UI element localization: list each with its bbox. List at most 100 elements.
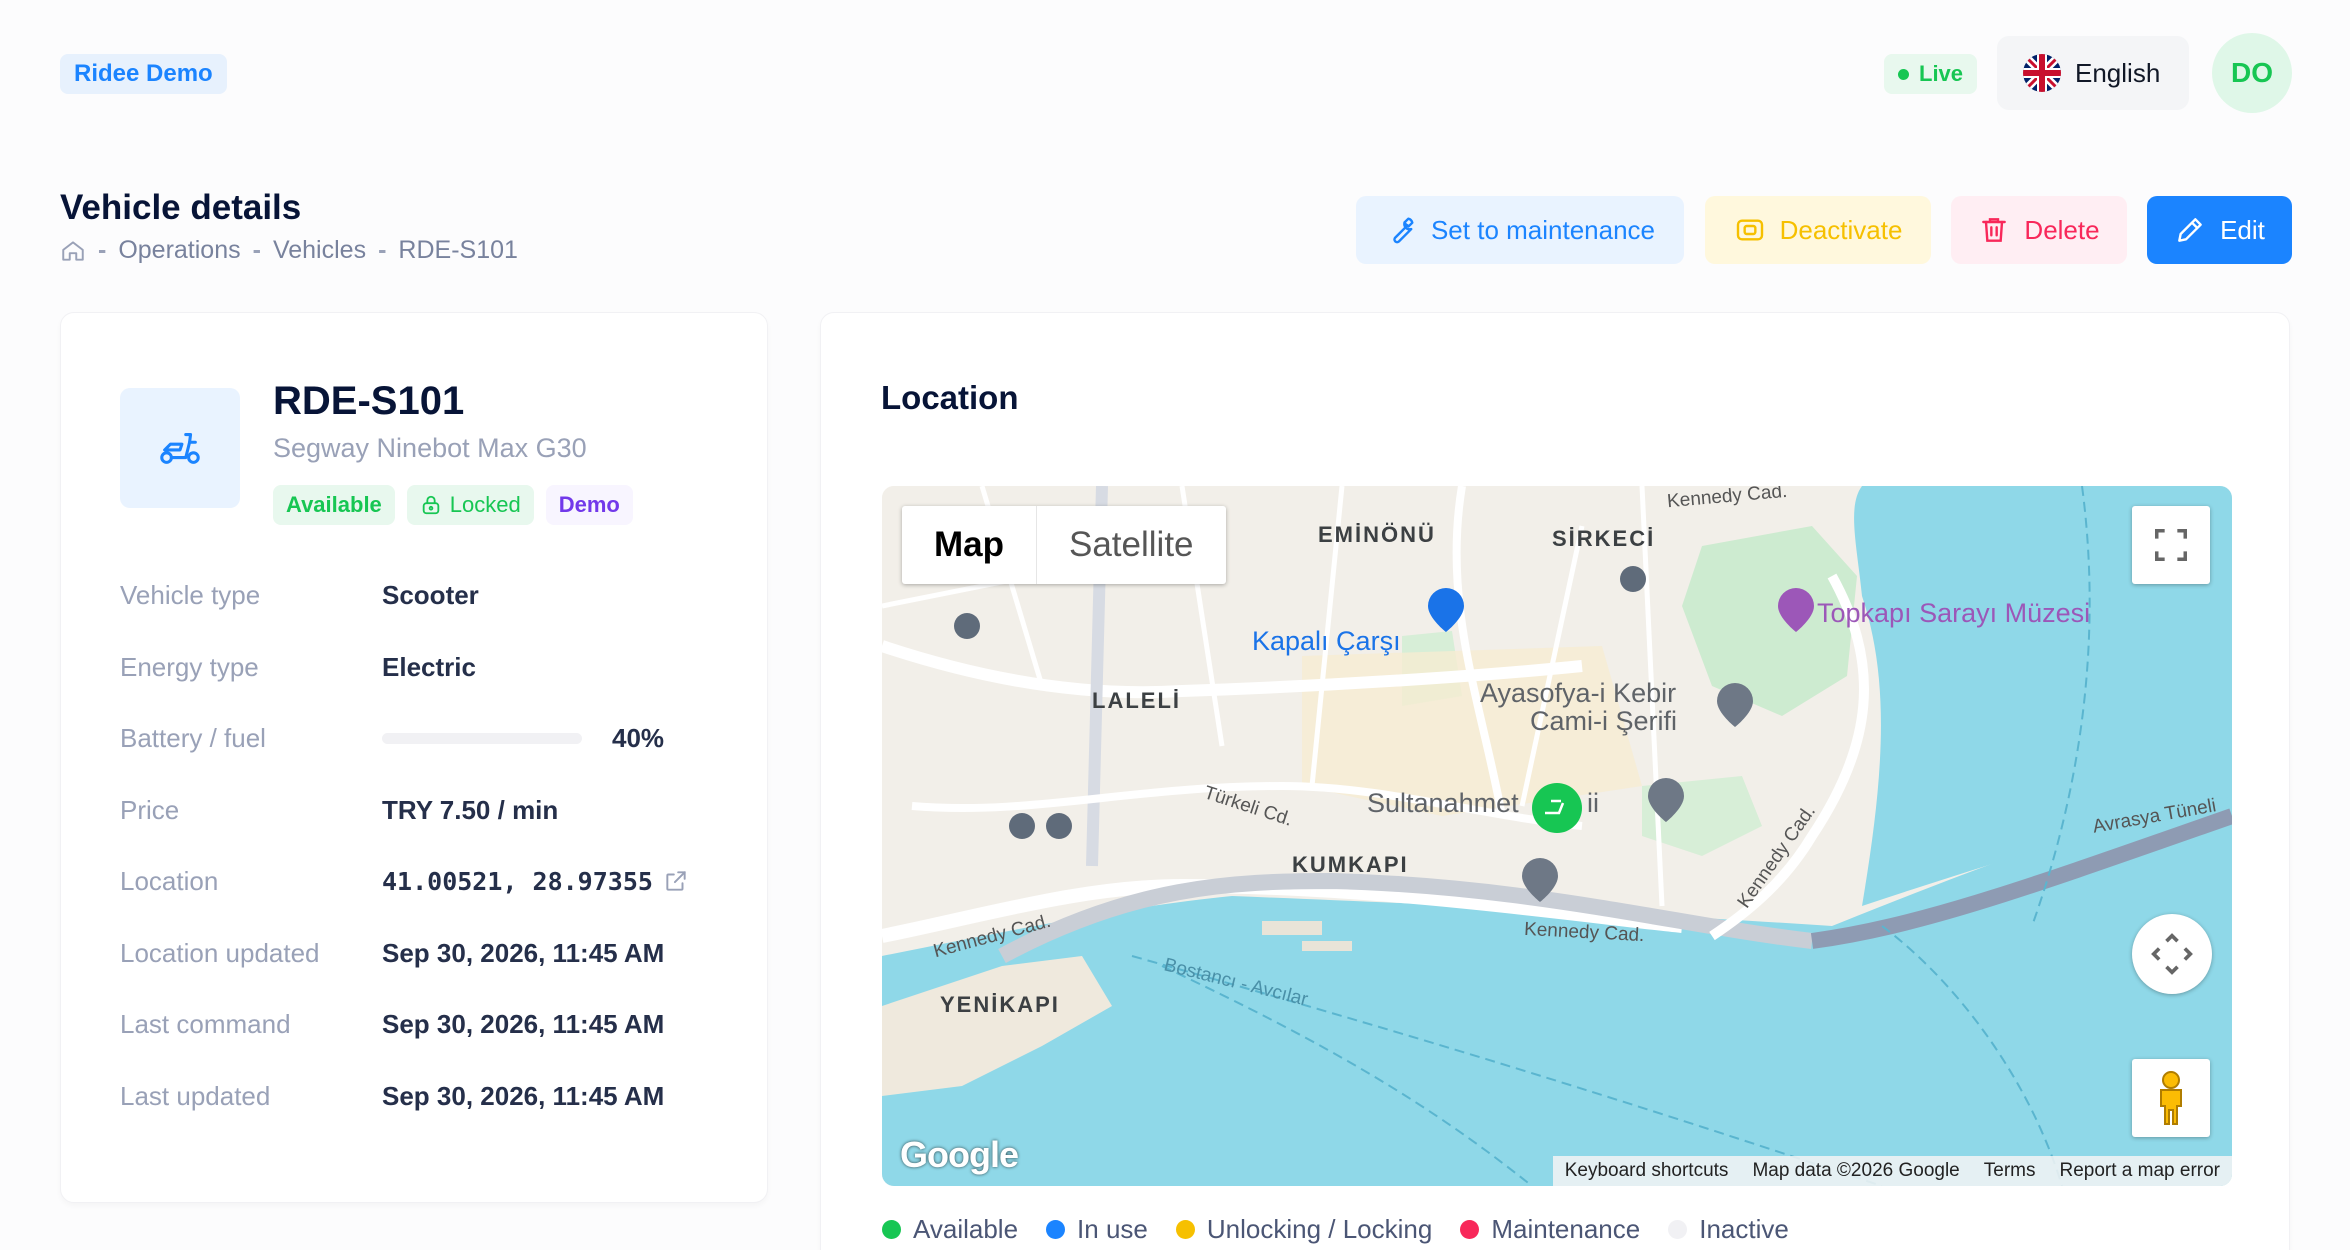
map-legend: Available In use Unlocking / Locking Mai…: [882, 1214, 1789, 1245]
vehicle-model: Segway Ninebot Max G30: [273, 433, 587, 463]
location-coordinates: 41.00521, 28.97355: [382, 866, 653, 896]
detail-row-location: Location 41.00521, 28.97355: [120, 861, 740, 901]
deactivate-button[interactable]: Deactivate: [1705, 196, 1931, 264]
detail-row-battery: Battery / fuel 40%: [120, 718, 740, 758]
vehicle-badges: Available Locked Demo: [273, 485, 633, 525]
set-maintenance-label: Set to maintenance: [1430, 214, 1656, 245]
live-dot-icon: [1898, 68, 1909, 80]
map-poi-ayasofya-line2[interactable]: Cami-i Şerifi: [1530, 706, 1677, 737]
keyboard-shortcuts-link[interactable]: Keyboard shortcuts: [1553, 1160, 1741, 1182]
user-avatar[interactable]: DO: [2212, 33, 2292, 113]
detail-row-energy-type: Energy type Electric: [120, 647, 740, 687]
breadcrumb-vehicles[interactable]: Vehicles: [273, 236, 366, 265]
breadcrumb: - Operations - Vehicles - RDE-S101: [60, 236, 518, 265]
scooter-icon: [120, 388, 240, 508]
map-label-eminonu: EMİNÖNÜ: [1318, 522, 1436, 547]
street-view-pegman-button[interactable]: [2132, 1059, 2210, 1137]
wrench-icon: [1393, 217, 1414, 244]
detail-row-last-updated: Last updated Sep 30, 2026, 11:45 AM: [120, 1076, 740, 1116]
vehicle-code: RDE-S101: [273, 379, 465, 423]
brand-badge[interactable]: Ridee Demo: [60, 54, 227, 94]
google-logo: Google: [900, 1134, 1019, 1175]
map-data-attribution: Map data ©2026 Google: [1752, 1160, 1960, 1181]
language-selector[interactable]: English: [1997, 36, 2189, 110]
legend-item-unlocking-locking: Unlocking / Locking: [1175, 1214, 1433, 1245]
map-poi-ayasofya-line1[interactable]: Ayasofya-i Kebir: [1480, 678, 1676, 709]
breadcrumb-separator: -: [378, 236, 387, 264]
vehicle-type-value: Scooter: [382, 579, 479, 610]
detail-row-vehicle-type: Vehicle type Scooter: [120, 575, 740, 615]
map-tiles: [882, 486, 2232, 1186]
legend-dot-icon: [1460, 1220, 1480, 1239]
location-label: Location: [120, 865, 219, 896]
map-fullscreen-button[interactable]: [2132, 506, 2210, 584]
report-map-error-link[interactable]: Report a map error: [2047, 1160, 2232, 1182]
fullscreen-icon: [2155, 529, 2187, 561]
battery-bar: [382, 732, 582, 744]
price-value: TRY 7.50 / min: [382, 794, 559, 825]
map-type-map-button[interactable]: Map: [902, 506, 1037, 584]
pegman-icon: [2160, 1071, 2182, 1125]
location-value: 41.00521, 28.97355: [382, 867, 689, 896]
delete-button[interactable]: Delete: [1951, 196, 2127, 264]
legend-label: Available: [913, 1214, 1019, 1244]
legend-dot-icon: [1175, 1220, 1195, 1239]
map-pan-control[interactable]: [2132, 914, 2212, 994]
location-map[interactable]: EMİNÖNÜ SİRKECİ LALELİ KUMKAPI YENİKAPI …: [882, 486, 2232, 1186]
last-command-value: Sep 30, 2026, 11:45 AM: [382, 1008, 665, 1039]
edit-button[interactable]: Edit: [2147, 196, 2292, 264]
location-updated-label: Location updated: [120, 937, 320, 968]
locked-label: Locked: [449, 492, 521, 517]
pan-arrows-icon: [2151, 933, 2193, 975]
legend-item-inactive: Inactive: [1668, 1214, 1789, 1245]
legend-dot-icon: [1046, 1220, 1066, 1239]
language-label: English: [2075, 57, 2161, 88]
detail-row-price: Price TRY 7.50 / min: [120, 790, 740, 830]
map-label-laleli: LALELİ: [1092, 688, 1181, 713]
legend-label: Unlocking / Locking: [1206, 1214, 1433, 1244]
location-updated-value: Sep 30, 2026, 11:45 AM: [382, 937, 665, 968]
status-badge-available: Available: [273, 485, 395, 525]
breadcrumb-separator: -: [252, 236, 261, 264]
breadcrumb-operations[interactable]: Operations: [118, 236, 240, 265]
breadcrumb-current: RDE-S101: [398, 236, 518, 264]
pencil-icon: [2178, 218, 2202, 242]
legend-item-in-use: In use: [1046, 1214, 1148, 1245]
map-poi-topkapi[interactable]: Topkapı Sarayı Müzesi: [1817, 598, 2090, 629]
battery-label: Battery / fuel: [120, 722, 266, 753]
battery-percent: 40%: [612, 722, 665, 753]
live-status-badge: Live: [1884, 54, 1978, 94]
map-label-sirkeci: SİRKECİ: [1552, 526, 1656, 551]
legend-dot-icon: [1668, 1220, 1688, 1239]
price-label: Price: [120, 794, 180, 825]
deactivate-label: Deactivate: [1779, 214, 1903, 245]
map-poi-sultanahmet[interactable]: Sultanahmet: [1367, 788, 1519, 819]
map-type-satellite-button[interactable]: Satellite: [1037, 506, 1226, 584]
detail-row-location-updated: Location updated Sep 30, 2026, 11:45 AM: [120, 933, 740, 973]
delete-label: Delete: [2024, 214, 2100, 245]
battery-value: 40%: [382, 723, 664, 754]
last-updated-value: Sep 30, 2026, 11:45 AM: [382, 1080, 665, 1111]
terms-link[interactable]: Terms: [1972, 1160, 2048, 1182]
legend-label: Maintenance: [1491, 1214, 1641, 1244]
last-updated-label: Last updated: [120, 1080, 271, 1111]
trash-icon: [1982, 218, 2007, 242]
vehicle-type-label: Vehicle type: [120, 579, 261, 610]
lock-icon: [422, 495, 440, 515]
set-maintenance-button[interactable]: Set to maintenance: [1356, 196, 1684, 264]
map-label-yenikapi: YENİKAPI: [940, 992, 1060, 1017]
legend-label: Inactive: [1699, 1214, 1789, 1244]
energy-type-value: Electric: [382, 651, 476, 682]
energy-type-label: Energy type: [120, 651, 259, 682]
home-icon[interactable]: [60, 238, 86, 264]
map-poi-sultanahmet-tail: ii: [1587, 788, 1599, 818]
legend-dot-icon: [882, 1220, 901, 1239]
map-label-kumkapi: KUMKAPI: [1292, 852, 1409, 877]
external-link-icon[interactable]: [663, 868, 689, 894]
legend-item-maintenance: Maintenance: [1460, 1214, 1640, 1245]
legend-item-available: Available: [882, 1214, 1018, 1245]
page-title: Vehicle details: [60, 188, 302, 227]
map-attribution-bar: Keyboard shortcuts Map data ©2026 Google…: [1552, 1156, 2232, 1186]
status-badge-locked: Locked: [406, 485, 534, 525]
map-poi-kapali-carsi[interactable]: Kapalı Çarşı: [1252, 626, 1401, 657]
